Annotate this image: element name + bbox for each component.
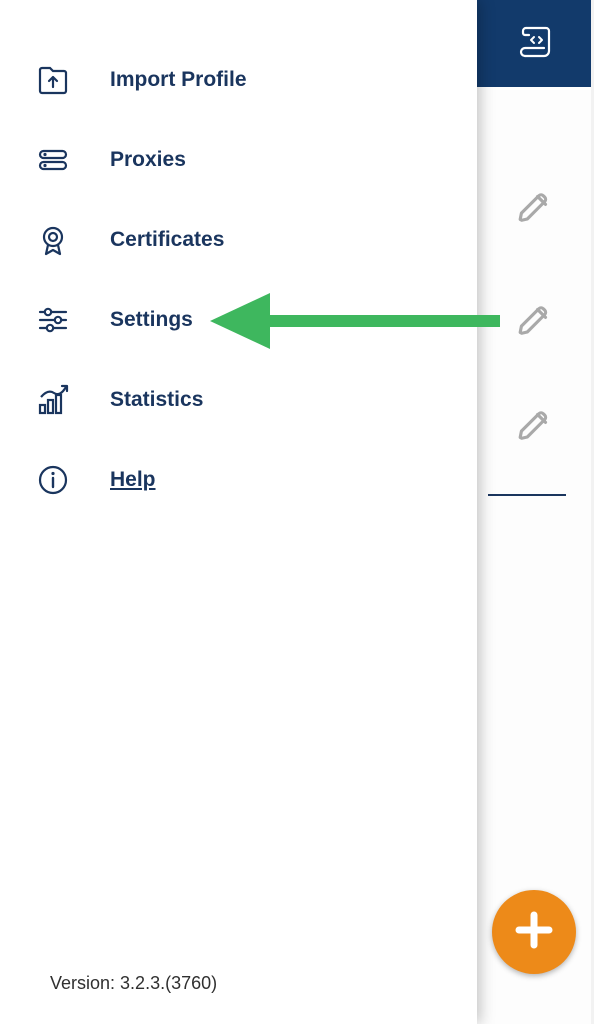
info-icon — [34, 461, 72, 499]
menu-item-certificates[interactable]: Certificates — [0, 200, 477, 280]
script-icon — [517, 22, 555, 65]
certificates-icon — [34, 221, 72, 259]
menu-item-label: Help — [110, 468, 156, 492]
version-text: Version: 3.2.3.(3760) — [50, 973, 217, 994]
import-icon — [34, 61, 72, 99]
menu-item-label: Statistics — [110, 388, 203, 412]
divider-line — [488, 494, 566, 496]
menu-item-label: Import Profile — [110, 68, 247, 92]
menu-item-label: Settings — [110, 308, 193, 332]
menu-item-label: Proxies — [110, 148, 186, 172]
menu-item-import-profile[interactable]: Import Profile — [0, 40, 477, 120]
menu-list: Import Profile Proxies — [0, 40, 477, 520]
menu-item-proxies[interactable]: Proxies — [0, 120, 477, 200]
edit-icon[interactable] — [517, 300, 555, 343]
background-panel — [480, 90, 594, 1024]
add-button[interactable] — [492, 890, 576, 974]
statistics-icon — [34, 381, 72, 419]
menu-item-help[interactable]: Help — [0, 440, 477, 520]
menu-item-label: Certificates — [110, 228, 224, 252]
header-script-button[interactable] — [477, 0, 594, 87]
menu-item-statistics[interactable]: Statistics — [0, 360, 477, 440]
navigation-drawer: Import Profile Proxies — [0, 0, 477, 1024]
edit-icon[interactable] — [517, 405, 555, 448]
edit-icon[interactable] — [517, 187, 555, 230]
plus-icon — [511, 907, 557, 958]
menu-item-settings[interactable]: Settings — [0, 280, 477, 360]
settings-icon — [34, 301, 72, 339]
proxies-icon — [34, 141, 72, 179]
